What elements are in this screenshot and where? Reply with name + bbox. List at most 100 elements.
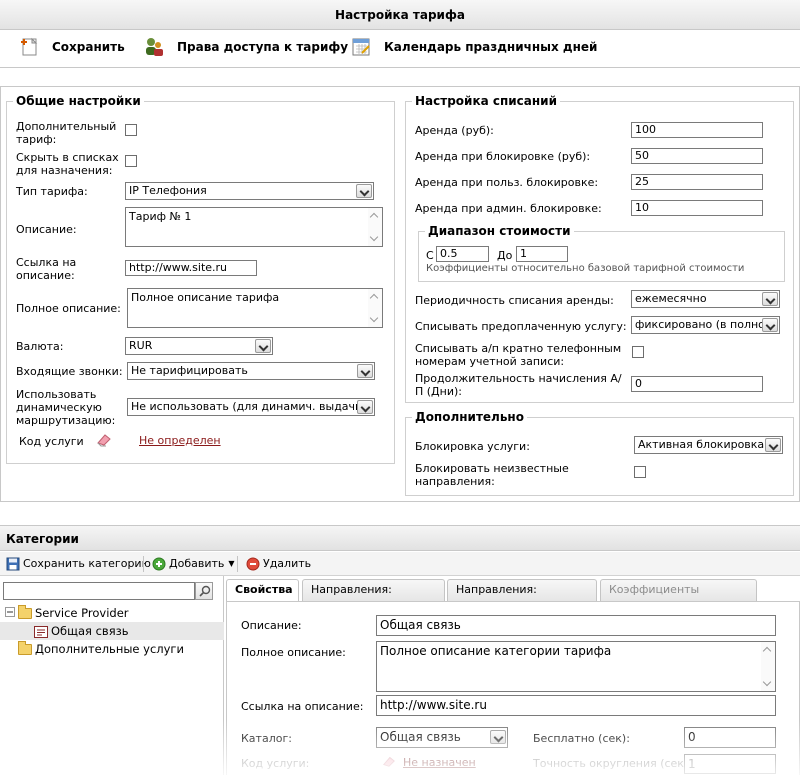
scroll-up-icon [762, 646, 772, 656]
save-category-button[interactable]: Сохранить категорию [6, 556, 151, 572]
chevron-down-icon [762, 318, 778, 332]
currency-label: Валюта: [16, 340, 64, 353]
additional-settings-legend: Дополнительно [415, 410, 524, 424]
range-to-input[interactable]: 1 [516, 246, 568, 262]
rent-user-block-input[interactable]: 25 [631, 174, 763, 190]
dynamic-routing-value: Не использовать (для динамич. выдачи [131, 400, 363, 413]
save-button[interactable]: Сохранить [18, 34, 125, 60]
duration-input[interactable]: 0 [631, 376, 763, 392]
incoming-calls-select[interactable]: Не тарифицировать [127, 362, 375, 380]
service-code-link[interactable]: Не определен [139, 434, 221, 447]
full-description-label: Полное описание: [16, 302, 121, 315]
tree-item-label: Общая связь [51, 624, 129, 638]
incoming-calls-value: Не тарифицировать [131, 364, 248, 377]
add-button[interactable]: Добавить ▼ [152, 556, 235, 572]
hide-in-lists-checkbox[interactable] [125, 155, 137, 167]
delete-button[interactable]: Удалить [246, 556, 311, 572]
scroll-up-icon [369, 212, 379, 222]
tree-item-general-connection[interactable]: Общая связь [0, 622, 224, 640]
categories-title: Категории [0, 525, 800, 551]
block-unknown-checkbox[interactable] [634, 466, 646, 478]
dynamic-routing-label: Использовать динамическую маршрутизацию: [16, 388, 116, 427]
periodicity-select[interactable]: ежемесячно [631, 290, 780, 308]
tree-item-service-provider[interactable]: Service Provider [4, 604, 222, 622]
category-link-label: Ссылка на описание: [241, 700, 364, 713]
properties-form: Описание: Общая связь Полное описание: П… [226, 601, 800, 775]
description-link-label: Ссылка на описание: [16, 256, 77, 282]
block-service-select[interactable]: Активная блокировка [634, 436, 783, 454]
tab-outgoing-directions[interactable]: Направления: Исходящие [447, 579, 597, 616]
category-service-code-label: Код услуги: [241, 757, 310, 770]
block-service-label: Блокировка услуги: [415, 440, 530, 453]
calendar-icon [350, 36, 372, 58]
block-service-value: Активная блокировка [638, 438, 765, 451]
free-seconds-input[interactable]: 0 [684, 727, 776, 748]
holiday-calendar-button[interactable]: Календарь праздничных дней [350, 34, 597, 60]
service-code-label: Код услуги [19, 435, 84, 448]
textarea-scrollbar[interactable] [368, 208, 382, 246]
category-description-input[interactable]: Общая связь [376, 615, 776, 636]
tree-item-label: Дополнительные услуги [35, 642, 184, 656]
scroll-down-icon [762, 677, 772, 687]
folder-open-icon [18, 604, 32, 619]
catalog-select[interactable]: Общая связь [376, 727, 508, 748]
header-divider [0, 67, 800, 68]
currency-select[interactable]: RUR [125, 337, 273, 355]
caret-down-icon: ▼ [228, 559, 235, 568]
access-rights-button[interactable]: Права доступа к тарифу [143, 34, 348, 60]
general-settings-legend: Общие настройки [16, 94, 141, 108]
prepaid-select[interactable]: фиксировано (в полном [631, 316, 780, 334]
rent-block-input[interactable]: 50 [631, 148, 763, 164]
tree-search-button[interactable] [195, 582, 213, 600]
additional-tariff-label: Дополнительный тариф: [16, 120, 117, 146]
textarea-scrollbar[interactable] [368, 289, 382, 327]
rounding-input[interactable]: 1 [684, 754, 776, 774]
category-full-description-value: Полное описание категории тарифа [380, 644, 612, 658]
tree-search-input[interactable] [3, 582, 195, 600]
free-seconds-label: Бесплатно (сек): [533, 732, 630, 745]
incoming-calls-label: Входящие звонки: [16, 365, 123, 378]
category-service-code-link[interactable]: Не назначен [403, 756, 476, 769]
folder-icon [18, 640, 32, 655]
toolbar-separator [237, 556, 238, 572]
currency-value: RUR [129, 339, 153, 352]
category-details-pane: Свойства Направления: Входящие Направлен… [224, 576, 800, 775]
additional-tariff-checkbox[interactable] [125, 124, 137, 136]
users-icon [143, 36, 165, 58]
category-link-input[interactable]: http://www.site.ru [376, 695, 776, 716]
multiple-numbers-checkbox[interactable] [632, 346, 644, 358]
full-description-textarea[interactable]: Полное описание тарифа [127, 288, 383, 328]
hide-in-lists-label: Скрыть в списках для назначения: [16, 151, 119, 177]
tariff-type-select[interactable]: IP Телефония [125, 182, 374, 200]
category-full-description-label: Полное описание: [241, 646, 346, 659]
tab-properties[interactable]: Свойства [226, 579, 299, 602]
eraser-icon[interactable] [381, 754, 397, 771]
tree-item-additional-services[interactable]: Дополнительные услуги [18, 640, 223, 658]
rent-user-block-label: Аренда при польз. блокировке: [415, 176, 599, 189]
toolbar-separator [143, 556, 144, 572]
eraser-icon[interactable] [95, 431, 113, 450]
periodicity-label: Периодичность списания аренды: [415, 294, 614, 307]
category-full-description-textarea[interactable]: Полное описание категории тарифа [376, 641, 776, 692]
holiday-calendar-label: Календарь праздничных дней [384, 40, 598, 54]
range-from-input[interactable]: 0.5 [436, 246, 489, 262]
rent-input[interactable]: 100 [631, 122, 763, 138]
cost-range-legend: Диапазон стоимости [428, 224, 571, 238]
rent-label: Аренда (руб): [415, 124, 494, 137]
tree-collapse-icon[interactable] [5, 607, 15, 620]
category-description-label: Описание: [241, 619, 302, 632]
description-label: Описание: [16, 223, 77, 236]
textarea-scrollbar[interactable] [761, 642, 775, 691]
description-textarea[interactable]: Тариф № 1 [125, 207, 383, 247]
chevron-down-icon [765, 438, 781, 452]
plus-circle-icon [152, 557, 166, 571]
tab-incoming-directions[interactable]: Направления: Входящие [302, 579, 445, 616]
dynamic-routing-select[interactable]: Не использовать (для динамич. выдачи [127, 398, 375, 416]
rent-admin-block-input[interactable]: 10 [631, 200, 763, 216]
description-link-input[interactable]: http://www.site.ru [125, 260, 257, 276]
page-title: Настройка тарифа [0, 0, 800, 30]
minus-circle-icon [246, 557, 260, 571]
floppy-icon [6, 557, 20, 571]
add-label: Добавить [169, 557, 225, 570]
delete-label: Удалить [263, 557, 312, 570]
